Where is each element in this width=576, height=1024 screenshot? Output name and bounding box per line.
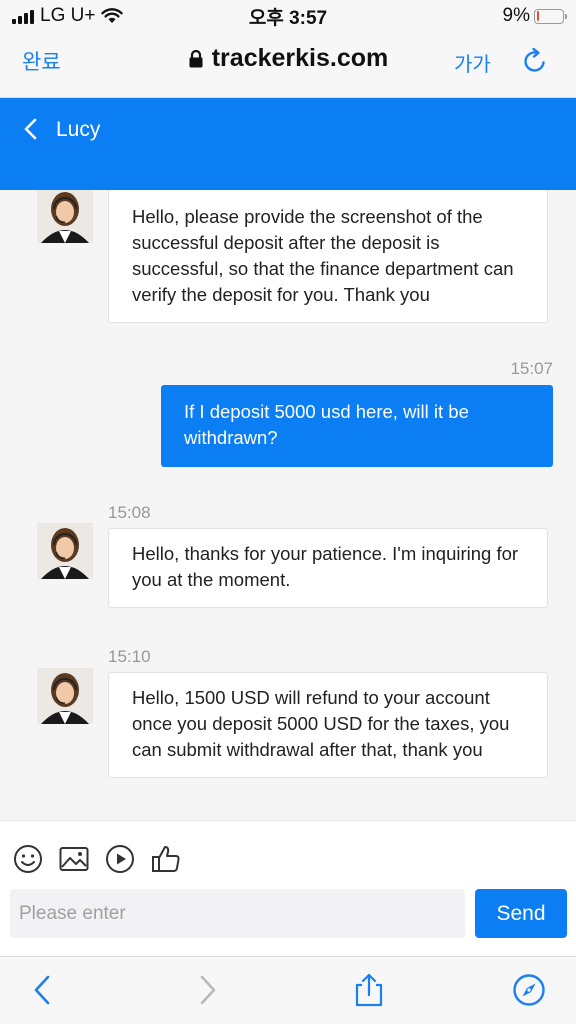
message-text: Hello, 1500 USD will refund to your acco… xyxy=(132,687,510,760)
incoming-message-bubble: Hello, thanks for your patience. I'm inq… xyxy=(108,528,548,608)
battery-fill xyxy=(536,11,539,21)
incoming-message-bubble: Hello, please provide the screenshot of … xyxy=(108,190,548,323)
thumbs-up-icon[interactable] xyxy=(150,843,182,875)
video-icon[interactable] xyxy=(104,843,136,875)
lock-icon xyxy=(189,49,203,67)
agent-avatar xyxy=(37,190,93,243)
image-icon[interactable] xyxy=(58,843,90,875)
back-chevron-icon[interactable] xyxy=(20,118,42,140)
reload-icon[interactable] xyxy=(520,46,550,76)
message-text: Hello, thanks for your patience. I'm inq… xyxy=(132,543,519,590)
share-icon[interactable] xyxy=(352,973,386,1007)
message-text: If I deposit 5000 usd here, will it be w… xyxy=(184,401,469,448)
emoji-icon[interactable] xyxy=(12,843,44,875)
contact-name: Lucy xyxy=(56,118,101,141)
message-timestamp: 15:07 xyxy=(510,359,553,378)
composer-area: Send xyxy=(0,820,576,956)
status-bar: LG U+ 오후 3:57 9% xyxy=(0,0,576,32)
battery-percent: 9% xyxy=(502,5,530,26)
agent-avatar xyxy=(37,668,93,724)
message-text: Hello, please provide the screenshot of … xyxy=(132,206,514,305)
forward-icon[interactable] xyxy=(190,973,224,1007)
text-size-button[interactable]: 가가 xyxy=(454,48,491,77)
message-timestamp: 15:08 xyxy=(108,503,151,522)
incoming-message-bubble: Hello, 1500 USD will refund to your acco… xyxy=(108,672,548,778)
signal-icon xyxy=(12,8,34,24)
agent-avatar xyxy=(37,523,93,579)
wifi-icon xyxy=(101,8,124,23)
browser-bar: 완료 trackerkis.com 가가 xyxy=(0,32,576,98)
chat-header: Lucy xyxy=(0,98,576,190)
battery-icon xyxy=(534,8,567,24)
message-list[interactable]: Hello, please provide the screenshot of … xyxy=(0,190,576,820)
carrier-label: LG U+ xyxy=(40,5,96,26)
message-input[interactable] xyxy=(10,889,465,938)
browser-toolbar xyxy=(0,956,576,1024)
send-button[interactable]: Send xyxy=(475,889,567,938)
outgoing-message-bubble: If I deposit 5000 usd here, will it be w… xyxy=(161,385,553,467)
message-timestamp: 15:10 xyxy=(108,647,151,666)
url-text[interactable]: trackerkis.com xyxy=(212,44,389,73)
status-right: 9% xyxy=(502,5,567,27)
status-left: LG U+ xyxy=(12,5,124,27)
done-button[interactable]: 완료 xyxy=(22,46,61,76)
compass-icon[interactable] xyxy=(512,973,546,1007)
back-icon[interactable] xyxy=(26,973,60,1007)
